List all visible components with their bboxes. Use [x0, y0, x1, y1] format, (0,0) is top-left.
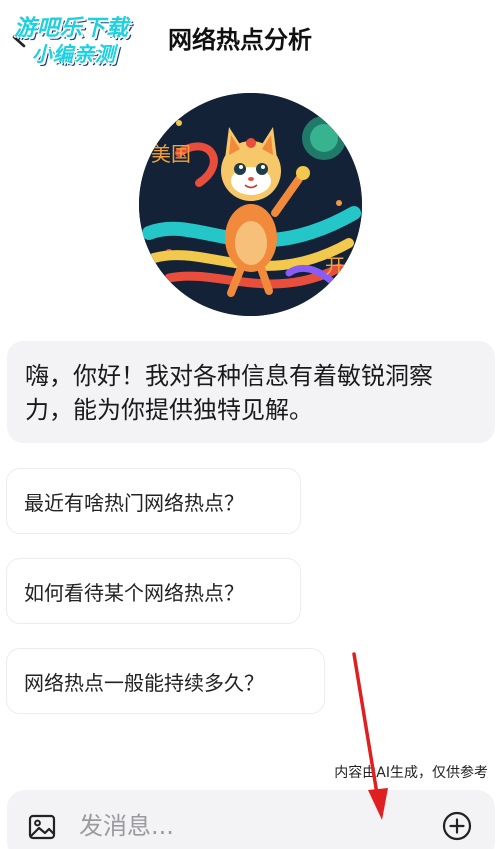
watermark: 游吧乐下载 小编亲测: [14, 10, 146, 66]
image-upload-button[interactable]: [27, 812, 57, 842]
message-input-bar: [7, 790, 495, 849]
header: 游吧乐下载 小编亲测 网络热点分析: [0, 0, 497, 78]
message-input[interactable]: [79, 806, 409, 846]
greeting-bubble: 嗨，你好！我对各种信息有着敏锐洞察力，能为你提供独特见解。: [7, 341, 495, 443]
watermark-line2: 小编亲测: [32, 42, 116, 66]
page-title: 网络热点分析: [168, 26, 312, 54]
more-options-button[interactable]: [441, 810, 473, 842]
ai-disclaimer: 内容由AI生成，仅供参考: [334, 765, 488, 781]
bot-avatar: 美国 开: [139, 93, 362, 316]
image-icon: [28, 814, 56, 840]
avatar-text-right: 开: [325, 254, 345, 278]
cat-mascot-avatar-icon: 美国 开: [139, 93, 362, 316]
suggestion-chip[interactable]: 最近有啥热门网络热点？: [6, 468, 301, 534]
suggestion-chip[interactable]: 网络热点一般能持续多久？: [6, 648, 325, 714]
avatar-text-left: 美国: [151, 142, 191, 166]
suggestion-chip[interactable]: 如何看待某个网络热点？: [6, 558, 301, 624]
plus-circle-icon: [442, 811, 472, 841]
chat-screen: 游吧乐下载 小编亲测 网络热点分析 美国 开 嗨，你好！我对各种信息有着敏锐洞察…: [0, 0, 497, 849]
